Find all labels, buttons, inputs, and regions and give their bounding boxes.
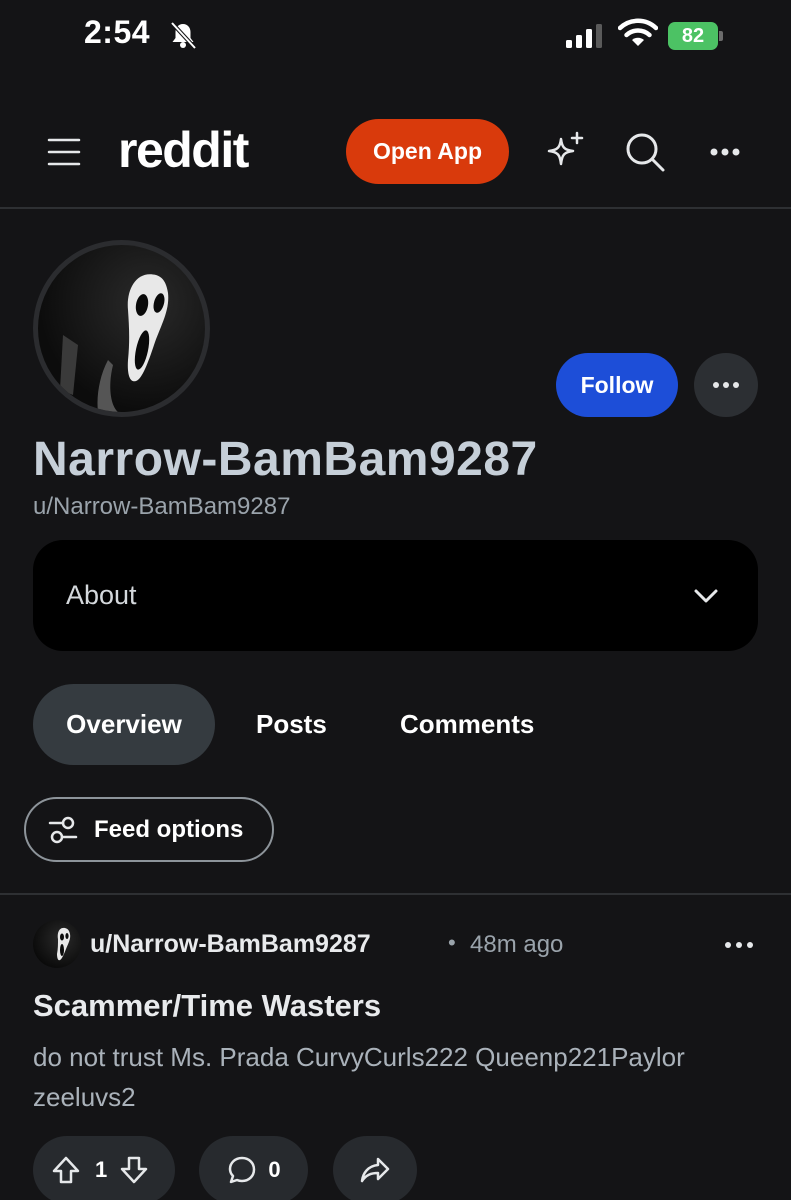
post-author-avatar[interactable] <box>33 920 81 968</box>
tab-posts[interactable]: Posts <box>256 709 327 740</box>
comments-button[interactable]: 0 <box>199 1136 308 1200</box>
about-label: About <box>66 580 137 610</box>
feed-options-label: Feed options <box>94 815 244 843</box>
downvote-icon[interactable] <box>119 1155 149 1185</box>
ghostface-mask-icon <box>57 927 71 961</box>
vote-bar: 1 <box>33 1136 175 1200</box>
post-author[interactable]: u/Narrow-BamBam9287 <box>90 930 371 959</box>
more-icon <box>713 382 739 388</box>
menu-icon[interactable] <box>46 134 82 170</box>
sparkle-icon[interactable] <box>544 130 586 172</box>
post-timestamp: 48m ago <box>470 931 564 958</box>
search-icon[interactable] <box>624 131 666 173</box>
signal-icon <box>566 24 602 48</box>
comment-icon <box>229 1156 256 1184</box>
profile-more-button[interactable] <box>694 353 758 417</box>
reddit-logo[interactable]: reddit <box>118 121 249 179</box>
feed-divider <box>0 893 791 895</box>
upvote-icon[interactable] <box>51 1155 81 1185</box>
wifi-icon <box>618 18 658 46</box>
username: u/Narrow-BamBam9287 <box>33 493 291 520</box>
display-name: Narrow-BamBam9287 <box>33 433 538 486</box>
comment-count: 0 <box>268 1157 281 1182</box>
open-app-button[interactable]: Open App <box>346 119 509 184</box>
follow-button[interactable]: Follow <box>556 353 678 417</box>
chevron-down-icon[interactable] <box>692 582 720 610</box>
post-body[interactable]: do not trust Ms. Prada CurvyCurls222 Que… <box>33 1037 753 1117</box>
profile-avatar[interactable] <box>33 240 210 417</box>
about-section[interactable] <box>33 540 758 651</box>
tab-comments[interactable]: Comments <box>400 709 534 740</box>
post-separator: • <box>448 930 456 955</box>
tab-overview[interactable]: Overview <box>33 684 215 765</box>
battery-charging-icon: 82 <box>668 22 724 50</box>
battery-level: 82 <box>668 22 718 50</box>
share-icon <box>360 1157 390 1183</box>
status-time: 2:54 <box>84 14 151 50</box>
share-button[interactable] <box>333 1136 417 1200</box>
ghostface-mask-icon <box>60 274 169 412</box>
post-more-icon[interactable] <box>720 930 758 960</box>
more-icon[interactable] <box>704 132 746 172</box>
header-divider <box>0 207 791 209</box>
upvote-count: 1 <box>95 1157 108 1182</box>
sliders-icon <box>48 816 78 843</box>
post-title[interactable]: Scammer/Time Wasters <box>33 988 381 1024</box>
tab-label: Overview <box>66 709 182 739</box>
bell-off-icon <box>170 21 197 50</box>
feed-options-button[interactable]: Feed options <box>24 797 274 862</box>
